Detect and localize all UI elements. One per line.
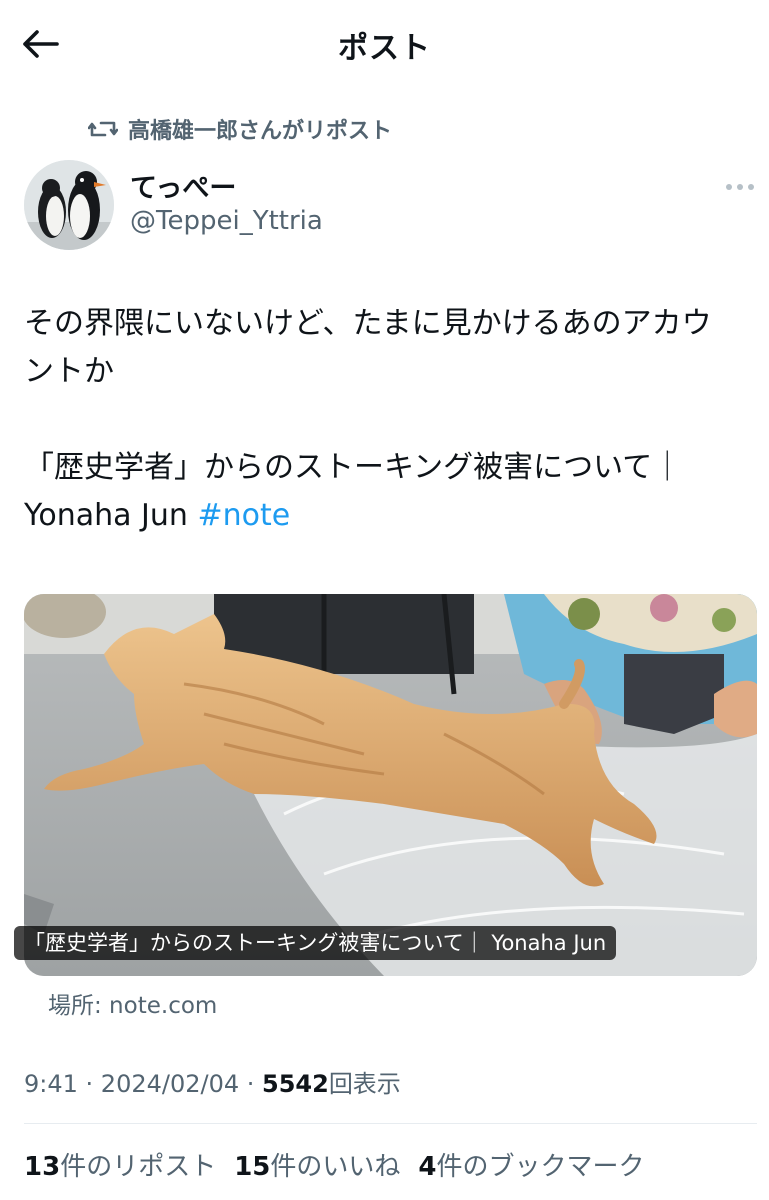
divider — [24, 1123, 757, 1124]
card-domain[interactable]: 場所: note.com — [48, 986, 217, 1020]
views-label: 回表示 — [328, 1070, 401, 1098]
arrow-left-icon — [23, 30, 59, 58]
author-handle[interactable]: @Teppei_Yttria — [130, 206, 323, 236]
avatar[interactable] — [24, 160, 114, 250]
likes-label: 件のいいね — [270, 1152, 401, 1182]
more-horizontal-icon — [726, 184, 732, 190]
page-title: ポスト — [338, 31, 431, 66]
post-text-line: その界隈にいないけど、たまに見かけるあのアカウ — [24, 306, 712, 341]
bookmarks-stat[interactable]: 4件のブックマーク — [418, 1146, 644, 1183]
post-metadata: 9:41 · 2024/02/04 · 5542回表示 — [24, 1064, 401, 1099]
card-image — [24, 594, 757, 976]
post-text-span: Yonaha Jun — [24, 498, 198, 533]
more-options-button[interactable] — [722, 176, 758, 198]
reposts-count: 13 — [24, 1152, 61, 1182]
post-date[interactable]: 2024/02/04 — [101, 1070, 239, 1098]
bookmarks-count: 4 — [418, 1152, 437, 1182]
likes-count: 15 — [234, 1152, 271, 1182]
views-count: 5542 — [262, 1070, 329, 1098]
repost-icon — [88, 121, 118, 137]
more-horizontal-icon — [737, 184, 743, 190]
reposts-stat[interactable]: 13件のリポスト — [24, 1146, 216, 1183]
top-bar: ポスト — [0, 0, 769, 90]
repost-text: 高橋雄一郎さんがリポスト — [128, 119, 393, 144]
hashtag-link[interactable]: #note — [197, 498, 290, 533]
likes-stat[interactable]: 15件のいいね — [234, 1146, 400, 1183]
bookmarks-label: 件のブックマーク — [436, 1152, 645, 1182]
penguin-avatar-image — [24, 160, 114, 250]
reposts-label: 件のリポスト — [60, 1152, 217, 1182]
meta-separator: · — [239, 1070, 263, 1098]
back-button[interactable] — [20, 26, 60, 62]
engagement-stats: 13件のリポスト 15件のいいね 4件のブックマーク — [24, 1146, 645, 1183]
repost-indicator[interactable]: 高橋雄一郎さんがリポスト — [88, 112, 392, 146]
post-text-line: 「歴史学者」からのストーキング被害について｜ — [24, 450, 683, 485]
post-text-line: ントか — [24, 354, 114, 389]
card-title-overlay: 「歴史学者」からのストーキング被害について｜ Yonaha Jun — [14, 926, 617, 960]
meta-separator: · — [77, 1070, 101, 1098]
post-time[interactable]: 9:41 — [24, 1070, 78, 1098]
more-horizontal-icon — [748, 184, 754, 190]
post-body: その界隈にいないけど、たまに見かけるあのアカウ ントか 「歴史学者」からのストー… — [24, 300, 754, 540]
post-text-line: Yonaha Jun #note — [24, 492, 754, 540]
link-preview-card[interactable] — [24, 594, 757, 976]
author-display-name[interactable]: てっぺー — [130, 166, 236, 205]
